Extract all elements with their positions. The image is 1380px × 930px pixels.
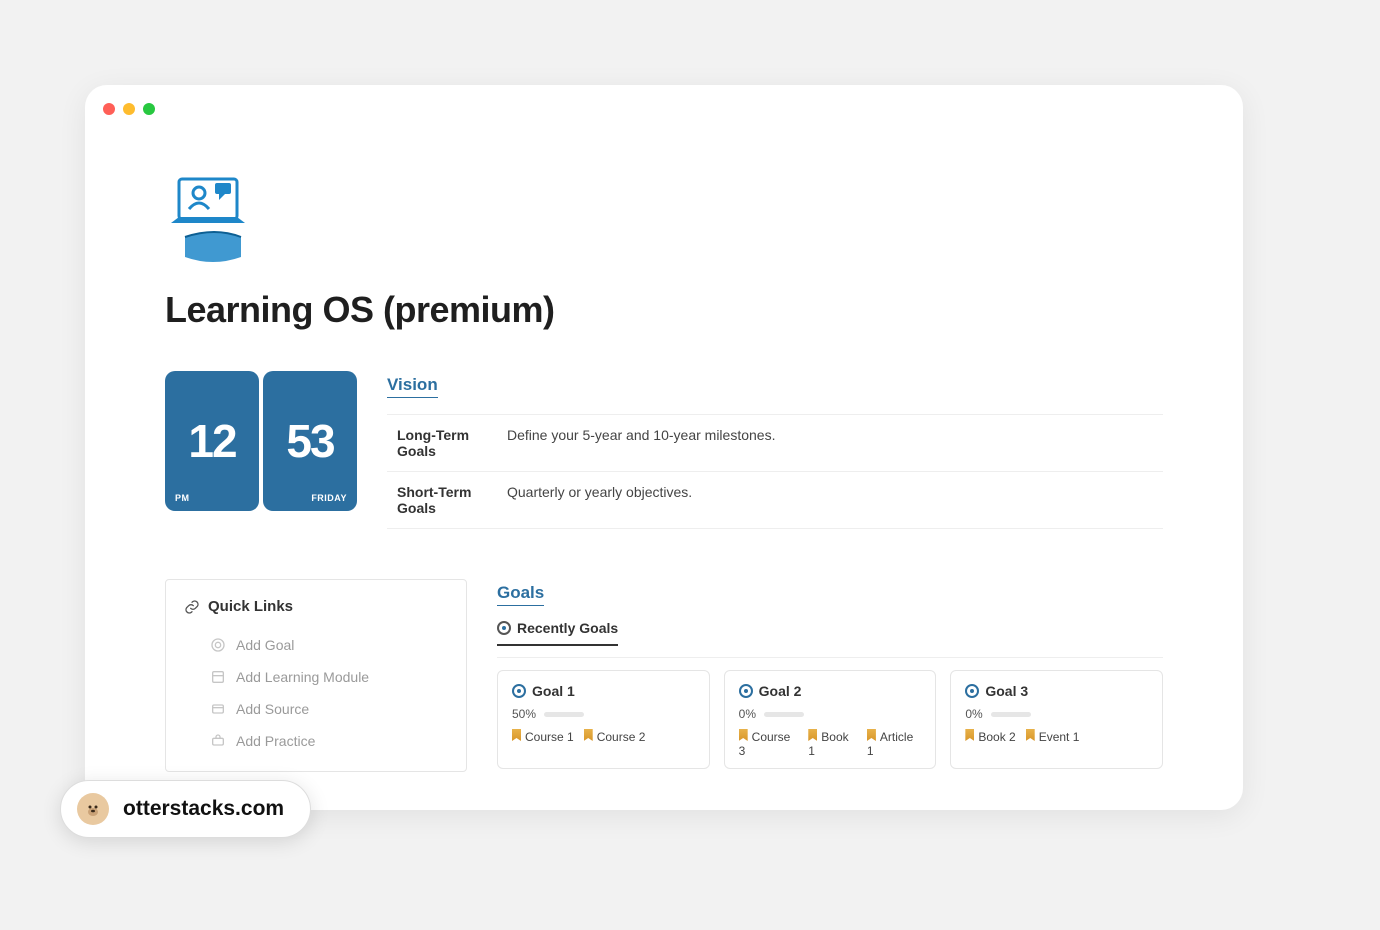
tag[interactable]: Event 1 bbox=[1026, 729, 1080, 744]
goal-percent: 0% bbox=[739, 707, 756, 721]
quick-links-title: Quick Links bbox=[208, 598, 293, 615]
vision-row-value: Quarterly or yearly objectives. bbox=[497, 472, 1163, 529]
goal-percent: 50% bbox=[512, 707, 536, 721]
tab-underline bbox=[497, 657, 1163, 658]
goal-title: Goal 1 bbox=[532, 683, 575, 699]
target-icon bbox=[965, 684, 979, 698]
goal-cards: Goal 1 50% Course 1 Course 2 Goal 2 0% C… bbox=[497, 670, 1163, 769]
table-row: Short-Term Goals Quarterly or yearly obj… bbox=[387, 472, 1163, 529]
clock-minutes: 53 Friday bbox=[263, 371, 357, 511]
tag[interactable]: Course 2 bbox=[584, 729, 646, 744]
goal-card[interactable]: Goal 2 0% Course 3 Book 1 Article 1 bbox=[724, 670, 937, 769]
goal-title: Goal 2 bbox=[759, 683, 802, 699]
quick-link-label: Add Goal bbox=[236, 637, 294, 653]
goals-section: Goals Recently Goals Goal 1 50% Course 1… bbox=[497, 579, 1163, 772]
quick-link-add-source[interactable]: Add Source bbox=[184, 693, 448, 725]
otter-icon bbox=[77, 793, 109, 825]
goal-tags: Course 3 Book 1 Article 1 bbox=[739, 729, 922, 758]
tag[interactable]: Article 1 bbox=[867, 729, 921, 758]
bookmark-icon bbox=[512, 729, 521, 741]
target-icon bbox=[512, 684, 526, 698]
bookmark-icon bbox=[867, 729, 876, 741]
quick-link-label: Add Practice bbox=[236, 733, 315, 749]
vision-section: Vision Long-Term Goals Define your 5-yea… bbox=[387, 371, 1163, 529]
vision-heading[interactable]: Vision bbox=[387, 375, 438, 398]
hero-icon bbox=[165, 173, 1163, 269]
tag[interactable]: Book 2 bbox=[965, 729, 1015, 744]
goal-percent: 0% bbox=[965, 707, 982, 721]
target-icon bbox=[497, 621, 511, 635]
progress-bar bbox=[991, 712, 1031, 717]
goal-tags: Book 2 Event 1 bbox=[965, 729, 1148, 744]
quick-link-label: Add Learning Module bbox=[236, 669, 369, 685]
quick-link-add-practice[interactable]: Add Practice bbox=[184, 725, 448, 757]
quick-links-panel: Quick Links Add Goal Add Learning Module… bbox=[165, 579, 467, 772]
tag[interactable]: Course 1 bbox=[512, 729, 574, 744]
titlebar bbox=[85, 85, 1243, 133]
vision-table: Long-Term Goals Define your 5-year and 1… bbox=[387, 414, 1163, 529]
goal-card[interactable]: Goal 1 50% Course 1 Course 2 bbox=[497, 670, 710, 769]
goal-tags: Course 1 Course 2 bbox=[512, 729, 695, 744]
app-window: Learning OS (premium) 12 PM 53 Friday Vi… bbox=[85, 85, 1243, 810]
link-icon bbox=[184, 599, 200, 615]
vision-row-label: Short-Term Goals bbox=[387, 472, 497, 529]
clock-hours-value: 12 bbox=[188, 414, 235, 468]
bookmark-icon bbox=[808, 729, 817, 741]
clock-day: Friday bbox=[311, 493, 347, 503]
clock-minutes-value: 53 bbox=[286, 414, 333, 468]
target-icon bbox=[739, 684, 753, 698]
bookmark-icon bbox=[1026, 729, 1035, 741]
maximize-icon[interactable] bbox=[143, 103, 155, 115]
source-icon bbox=[210, 701, 226, 717]
brand-pill[interactable]: otterstacks.com bbox=[60, 780, 311, 838]
page-content: Learning OS (premium) 12 PM 53 Friday Vi… bbox=[85, 133, 1243, 772]
bookmark-icon bbox=[584, 729, 593, 741]
tag[interactable]: Course 3 bbox=[739, 729, 799, 758]
quick-links-heading: Quick Links bbox=[184, 598, 448, 615]
goal-title: Goal 3 bbox=[985, 683, 1028, 699]
page-title: Learning OS (premium) bbox=[165, 289, 1163, 331]
tab-recently-goals[interactable]: Recently Goals bbox=[497, 620, 618, 646]
progress-bar bbox=[544, 712, 584, 717]
tab-label: Recently Goals bbox=[517, 620, 618, 636]
goal-card[interactable]: Goal 3 0% Book 2 Event 1 bbox=[950, 670, 1163, 769]
quick-link-add-module[interactable]: Add Learning Module bbox=[184, 661, 448, 693]
tag[interactable]: Book 1 bbox=[808, 729, 857, 758]
close-icon[interactable] bbox=[103, 103, 115, 115]
minimize-icon[interactable] bbox=[123, 103, 135, 115]
bookmark-icon bbox=[965, 729, 974, 741]
target-icon bbox=[210, 637, 226, 653]
clock-widget: 12 PM 53 Friday bbox=[165, 371, 357, 511]
table-row: Long-Term Goals Define your 5-year and 1… bbox=[387, 415, 1163, 472]
progress-bar bbox=[764, 712, 804, 717]
bookmark-icon bbox=[739, 729, 748, 741]
module-icon bbox=[210, 669, 226, 685]
quick-link-add-goal[interactable]: Add Goal bbox=[184, 629, 448, 661]
vision-row-value: Define your 5-year and 10-year milestone… bbox=[497, 415, 1163, 472]
brand-label: otterstacks.com bbox=[123, 797, 284, 821]
practice-icon bbox=[210, 733, 226, 749]
clock-hours: 12 PM bbox=[165, 371, 259, 511]
clock-ampm: PM bbox=[175, 493, 190, 503]
vision-row-label: Long-Term Goals bbox=[387, 415, 497, 472]
goals-heading[interactable]: Goals bbox=[497, 583, 544, 606]
quick-link-label: Add Source bbox=[236, 701, 309, 717]
